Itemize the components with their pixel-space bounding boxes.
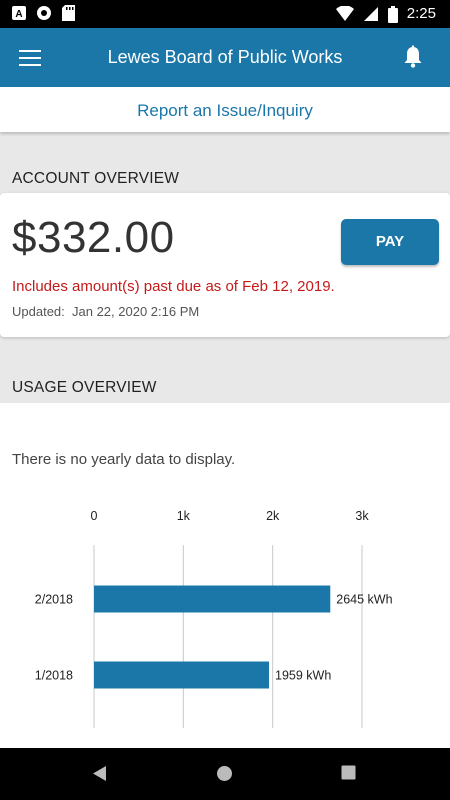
x-tick-label: 0 xyxy=(91,509,98,523)
usage-bar-chart: 0 1k 2k 3k 2/2018 2645 kWh 1/2018 1959 kWh xyxy=(35,509,393,728)
recents-square-icon[interactable] xyxy=(341,765,356,780)
category-label: 1/2018 xyxy=(35,669,73,683)
pay-button[interactable]: PAY xyxy=(341,219,439,265)
account-section-title: ACCOUNT OVERVIEW xyxy=(12,170,180,187)
back-triangle-icon[interactable] xyxy=(92,765,108,782)
updated-timestamp: Updated: Jan 22, 2020 2:16 PM xyxy=(12,304,199,319)
battery-icon xyxy=(387,5,398,23)
system-nav-bar xyxy=(0,748,450,800)
sd-card-icon xyxy=(62,5,75,21)
past-due-notice: Includes amount(s) past due as of Feb 12… xyxy=(12,278,335,295)
x-tick-label: 1k xyxy=(177,509,191,523)
status-time: 2:25 xyxy=(406,5,436,22)
hamburger-menu-icon[interactable] xyxy=(18,47,42,69)
report-issue-link[interactable]: Report an Issue/Inquiry xyxy=(0,87,450,134)
status-bar: A 2:25 xyxy=(0,0,450,28)
usage-bar xyxy=(94,661,270,689)
circle-notification-icon xyxy=(37,6,51,20)
app-bar: Lewes Board of Public Works xyxy=(0,28,450,87)
usage-section-title: USAGE OVERVIEW xyxy=(12,379,157,396)
account-card: $332.00 PAY Includes amount(s) past due … xyxy=(0,193,450,337)
cellular-signal-icon xyxy=(363,7,378,21)
bar-value-label: 1959 kWh xyxy=(275,669,331,683)
home-circle-icon[interactable] xyxy=(216,765,233,782)
usage-card: There is no yearly data to display. 0 1k 2… xyxy=(0,403,450,748)
usage-bar xyxy=(94,585,331,613)
report-bar: Report an Issue/Inquiry xyxy=(0,87,450,132)
updated-value: Jan 22, 2020 2:16 PM xyxy=(72,304,200,319)
app-title: Lewes Board of Public Works xyxy=(107,47,343,67)
x-tick-label: 2k xyxy=(266,509,280,523)
a-notification-icon: A xyxy=(12,6,26,20)
bar-value-label: 2645 kWh xyxy=(336,593,392,607)
no-yearly-data-message: There is no yearly data to display. xyxy=(12,451,236,468)
svg-text:A: A xyxy=(15,9,22,20)
updated-label: Updated: xyxy=(12,304,65,319)
category-label: 2/2018 xyxy=(35,593,73,607)
x-tick-label: 3k xyxy=(355,509,369,523)
wifi-icon xyxy=(335,6,354,21)
balance-amount: $332.00 xyxy=(12,213,175,262)
bell-icon[interactable] xyxy=(402,45,424,69)
